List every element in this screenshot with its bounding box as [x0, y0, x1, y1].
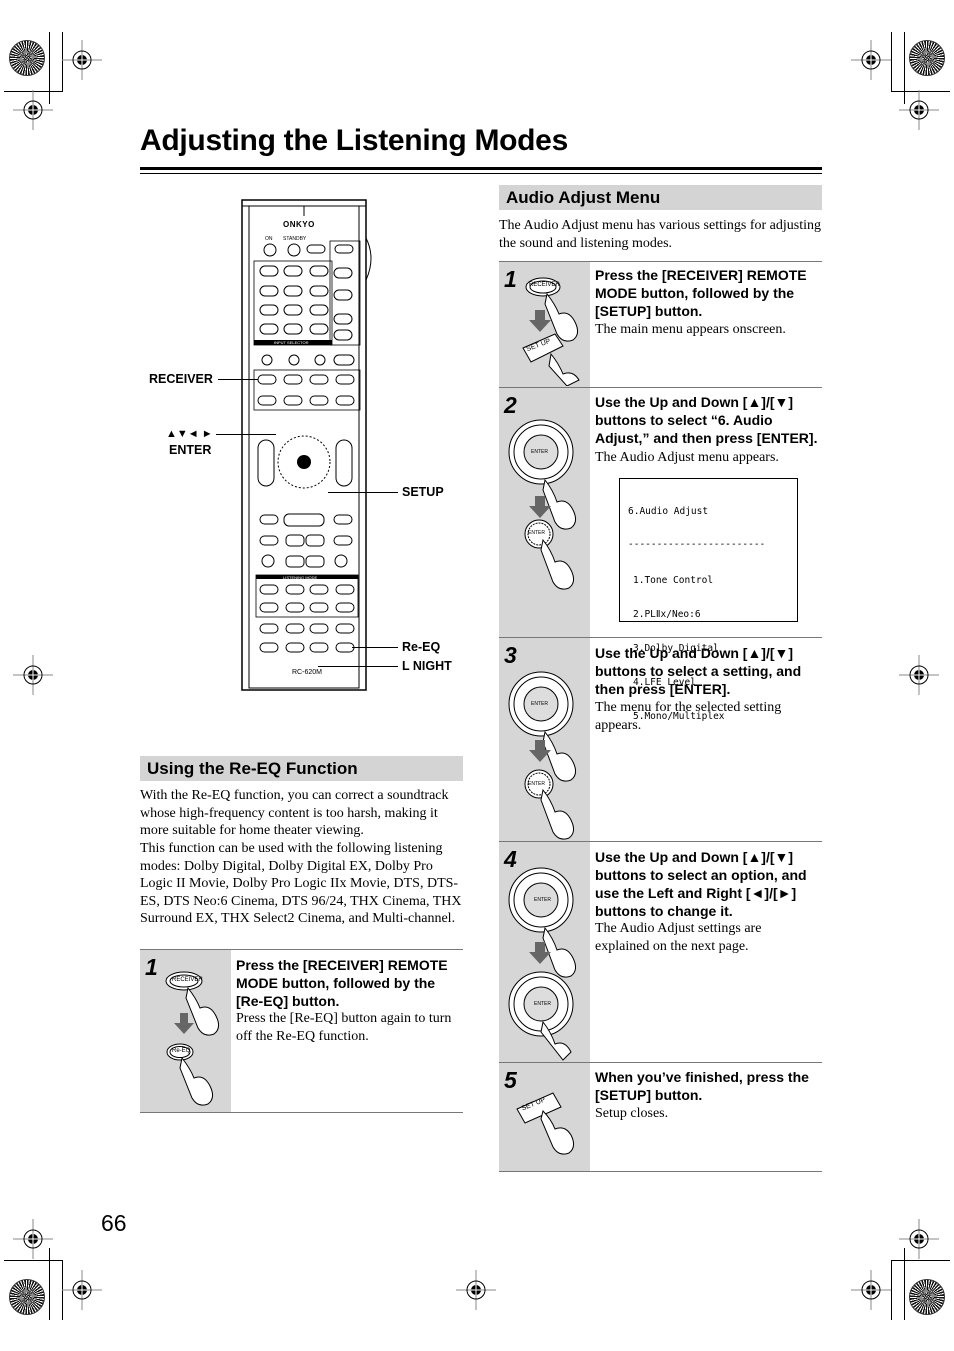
receiver-button-label: RECEIVER [529, 282, 560, 288]
reeq-button-label: Re-EQ [172, 1048, 191, 1054]
starburst-mark-icon [9, 1279, 45, 1315]
step-heading: Press the [RECEIVER] REMOTE MODE button,… [236, 957, 448, 1009]
crosshair-mark-icon [851, 40, 891, 80]
press-button-hand-icon [522, 277, 580, 386]
enter-button-label: ENTER [531, 701, 548, 707]
callout-reeq: Re-EQ [402, 640, 441, 654]
remote-model-label: RC-620M [292, 669, 322, 676]
step-heading: When you’ve finished, press the [SETUP] … [595, 1069, 809, 1103]
step-heading: Press the [RECEIVER] REMOTE MODE button,… [595, 267, 807, 319]
step-heading: Use the Up and Down [▲]/[▼] buttons to s… [595, 645, 802, 697]
reeq-paragraph-1: With the Re-EQ function, you can correct… [140, 788, 449, 838]
crosshair-mark-icon [13, 90, 53, 130]
audio-step-4: 4 ENTER ENTER Use the Up and Down [▲]/[▼… [499, 841, 822, 1063]
title-rule [140, 167, 822, 170]
remote-on-label: ON [265, 236, 273, 242]
step-heading: Use the Up and Down [▲]/[▼] buttons to s… [595, 394, 818, 446]
step-body: Setup closes. [595, 1106, 669, 1121]
callout-setup: SETUP [402, 485, 444, 499]
enter-dpad-hand-icon [508, 867, 577, 1061]
remote-listening-mode-label: LISTENING MODE [283, 575, 318, 580]
menu-separator: ------------------------ [628, 539, 766, 551]
audio-adjust-intro: The Audio Adjust menu has various settin… [499, 218, 821, 251]
enter-dpad-hand-icon [508, 419, 577, 590]
title-rule-thin [140, 173, 822, 174]
enter-button-label: ENTER [531, 449, 548, 455]
crosshair-mark-icon [62, 1270, 102, 1310]
callout-lnight: L NIGHT [402, 659, 452, 673]
callout-receiver: RECEIVER [149, 372, 213, 386]
step-body: The Audio Adjust menu appears. [595, 450, 779, 465]
remote-standby-label: STANDBY [283, 236, 307, 242]
crosshair-mark-icon [899, 90, 939, 130]
audio-adjust-menu-screen: 6.Audio Adjust ------------------------ … [619, 478, 798, 722]
step-body: Press the [Re-EQ] button again to turn o… [236, 1011, 452, 1044]
menu-item: 1.Tone Control [633, 575, 714, 587]
enter-button-label: ENTER [528, 530, 545, 536]
enter-button-label: ENTER [534, 897, 551, 903]
starburst-mark-icon [9, 40, 45, 76]
step-body: The Audio Adjust settings are explained … [595, 921, 762, 954]
callout-arrows: ▲▼◄ ► [166, 428, 213, 440]
enter-button-label: ENTER [534, 1001, 551, 1007]
step-heading: Use the Up and Down [▲]/[▼] buttons to s… [595, 849, 807, 919]
reeq-paragraph-2: This function can be used with the follo… [140, 841, 462, 926]
audio-adjust-heading: Audio Adjust Menu [499, 185, 822, 210]
audio-step-2: 2 ENTER ENTER Use the Up and Down [▲]/[▼… [499, 387, 822, 722]
enter-button-label: ENTER [528, 781, 545, 787]
press-button-hand-icon [165, 971, 220, 1106]
step-number: 1 [504, 266, 517, 292]
step-body: The menu for the selected setting appear… [595, 700, 782, 733]
enter-dpad-hand-icon [508, 671, 577, 840]
crosshair-mark-icon [13, 1219, 53, 1259]
audio-step-3: 3 ENTER ENTER Use the Up and Down [▲]/[▼… [499, 637, 822, 842]
menu-title: 6.Audio Adjust [628, 505, 709, 517]
page-title: Adjusting the Listening Modes [140, 124, 568, 157]
audio-step-1: 1 RECEIVER SET UP Press the [RECEIVER] R… [499, 261, 822, 388]
crosshair-mark-icon [13, 655, 53, 695]
crosshair-mark-icon [62, 40, 102, 80]
menu-item: 2.PLⅡx/Neo:6 [633, 609, 701, 621]
crosshair-mark-icon [899, 1219, 939, 1259]
crosshair-mark-icon [456, 1270, 496, 1310]
step-number: 1 [145, 954, 158, 980]
starburst-mark-icon [909, 1279, 945, 1315]
crosshair-mark-icon [899, 655, 939, 695]
press-button-hand-icon [516, 1092, 575, 1155]
receiver-button-label: RECEIVER [172, 977, 203, 983]
remote-input-selector-label: INPUT SELECTOR [274, 340, 309, 345]
remote-control-drawing [241, 199, 372, 691]
starburst-mark-icon [909, 40, 945, 76]
reeq-step-1: 1 RECEIVER Re-EQ Press the [RECEIVER] RE… [140, 949, 463, 1113]
step-body: The main menu appears onscreen. [595, 322, 786, 337]
callout-enter: ENTER [169, 443, 212, 457]
page-number: 66 [101, 1210, 127, 1236]
crosshair-mark-icon [851, 1270, 891, 1310]
remote-brand-logo: ONKYO [283, 220, 315, 229]
audio-step-5: 5 SET UP When you’ve finished, press the… [499, 1062, 822, 1172]
reeq-section-heading: Using the Re-EQ Function [140, 756, 463, 781]
